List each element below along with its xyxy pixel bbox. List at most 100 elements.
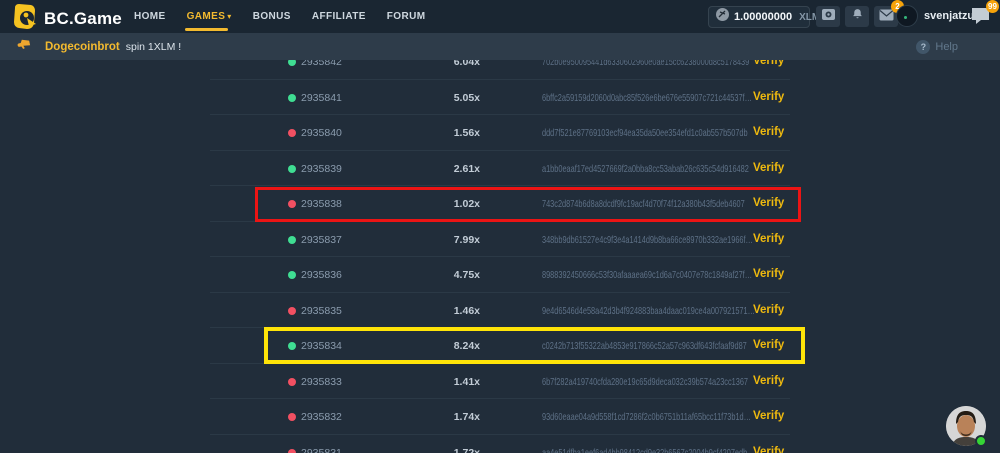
online-status-dot xyxy=(975,435,987,447)
notifications-button[interactable] xyxy=(845,6,869,27)
round-hash: 93d60eaae04a9d558f1cd7286f2c0b6751b11af6… xyxy=(542,411,751,423)
chat-badge: 99 xyxy=(986,0,999,13)
verify-link[interactable]: Verify xyxy=(753,126,784,138)
round-id: 2935841 xyxy=(301,92,342,104)
round-multiplier: 4.75x xyxy=(390,269,480,281)
bell-icon xyxy=(851,8,864,26)
round-id: 2935842 xyxy=(301,60,342,68)
round-hash: c0242b713f55322ab4853e917866c52a57c963df… xyxy=(542,340,747,352)
user-avatar xyxy=(896,5,918,27)
round-id: 2935838 xyxy=(301,198,342,210)
round-multiplier: 1.41x xyxy=(390,376,480,388)
main-content: 2935842 6.04x 702b0e950095441d6330602960… xyxy=(0,60,1000,453)
wallet-button[interactable] xyxy=(816,6,840,27)
round-hash: 348bb9db61527e4c9f3e4a1414d9b8ba66ce8970… xyxy=(542,234,753,246)
verify-link[interactable]: Verify xyxy=(753,304,784,316)
nav-item-affiliate[interactable]: AFFILIATE xyxy=(312,0,366,33)
table-row: 2935841 5.05x 6bffc2a59159d2060d0abc85f5… xyxy=(210,80,790,116)
bcgame-logo-icon xyxy=(12,3,37,35)
verify-link[interactable]: Verify xyxy=(753,60,784,67)
result-dot xyxy=(288,94,296,102)
round-multiplier: 1.46x xyxy=(390,305,480,317)
result-dot xyxy=(288,378,296,386)
round-hash: a1bb0eaaf17ed4527669f2a0bba8cc53abab26c6… xyxy=(542,163,749,175)
brand-name: BC.Game xyxy=(44,9,122,29)
nav-item-bonus[interactable]: BONUS xyxy=(253,0,291,33)
round-hash: 702b0e950095441d6330602960e0ae15cc623800… xyxy=(542,60,749,68)
verify-link[interactable]: Verify xyxy=(753,410,784,422)
rounds-table: 2935842 6.04x 702b0e950095441d6330602960… xyxy=(210,60,790,453)
top-navbar: BC.Game HOME GAMES▾ BONUS AFFILIATE FORU… xyxy=(0,0,1000,33)
round-id: 2935835 xyxy=(301,305,342,317)
table-row: 2935840 1.56x ddd7f521e87769103ecf94ea35… xyxy=(210,115,790,151)
round-hash: aa4e51dfba1eef6ad4bb98412cd9e32b6567c200… xyxy=(542,447,747,453)
round-hash: 9e4d6546d4e58a42d3b4f924883baa4daac019ce… xyxy=(542,305,755,317)
verify-link[interactable]: Verify xyxy=(753,197,784,209)
round-multiplier: 1.56x xyxy=(390,127,480,139)
floating-user-avatar[interactable] xyxy=(946,406,986,446)
nav-item-home[interactable]: HOME xyxy=(134,0,166,33)
chat-button[interactable]: 99 xyxy=(970,6,993,27)
table-row: 2935837 7.99x 348bb9db61527e4c9f3e4a1414… xyxy=(210,222,790,258)
round-hash: 6b7f282a419740cfda280e19c65d9deca032c39b… xyxy=(542,376,748,388)
round-multiplier: 7.99x xyxy=(390,234,480,246)
result-dot xyxy=(288,342,296,350)
result-dot xyxy=(288,307,296,315)
round-id: 2935832 xyxy=(301,411,342,423)
table-row: 2935836 4.75x 8988392450666c53f30afaaaea… xyxy=(210,257,790,293)
result-dot xyxy=(288,200,296,208)
round-id: 2935831 xyxy=(301,447,342,453)
messages-button[interactable]: 2 xyxy=(874,6,898,27)
main-nav: HOME GAMES▾ BONUS AFFILIATE FORUM xyxy=(134,0,425,33)
verify-link[interactable]: Verify xyxy=(753,268,784,280)
round-multiplier: 1.74x xyxy=(390,411,480,423)
result-dot xyxy=(288,165,296,173)
announcement-text: spin 1XLM ! xyxy=(126,41,181,53)
table-row: 2935838 1.02x 743c2d874b6d8a8dcdf9fc19ac… xyxy=(210,186,790,222)
verify-link[interactable]: Verify xyxy=(753,339,784,351)
verify-link[interactable]: Verify xyxy=(753,446,784,453)
table-row: 2935833 1.41x 6b7f282a419740cfda280e19c6… xyxy=(210,364,790,400)
verify-link[interactable]: Verify xyxy=(753,375,784,387)
round-hash: 743c2d874b6d8a8dcdf9fc19acf4d70f74f12a38… xyxy=(542,198,745,210)
help-label: Help xyxy=(935,41,958,53)
vault-icon xyxy=(821,8,836,26)
table-row: 2935835 1.46x 9e4d6546d4e58a42d3b4f92488… xyxy=(210,293,790,329)
round-multiplier: 6.04x xyxy=(390,60,480,68)
username: svenjatzu xyxy=(924,10,974,22)
round-id: 2935839 xyxy=(301,163,342,175)
result-dot xyxy=(288,236,296,244)
nav-item-forum[interactable]: FORUM xyxy=(387,0,426,33)
table-row: 2935839 2.61x a1bb0eaaf17ed4527669f2a0bb… xyxy=(210,151,790,187)
help-button[interactable]: ? Help xyxy=(916,33,958,60)
round-hash: 8988392450666c53f30afaaaea69c1d6a7c0407e… xyxy=(542,269,752,281)
nav-item-games[interactable]: GAMES▾ xyxy=(187,0,232,33)
table-row: 2935842 6.04x 702b0e950095441d6330602960… xyxy=(210,60,790,80)
round-id: 2935834 xyxy=(301,340,342,352)
brand-logo[interactable]: BC.Game xyxy=(12,3,122,35)
announcement-bar: Dogecoinbrot spin 1XLM ! ? Help xyxy=(0,33,1000,60)
table-row: 2935832 1.74x 93d60eaae04a9d558f1cd7286f… xyxy=(210,399,790,435)
chevron-down-icon: ▾ xyxy=(227,12,231,21)
page: BC.Game HOME GAMES▾ BONUS AFFILIATE FORU… xyxy=(0,0,1000,453)
round-hash: ddd7f521e87769103ecf94ea35da50ee354efd1c… xyxy=(542,127,748,139)
table-row: 2935831 1.72x aa4e51dfba1eef6ad4bb98412c… xyxy=(210,435,790,453)
round-multiplier: 1.02x xyxy=(390,198,480,210)
megaphone-icon xyxy=(17,37,32,56)
announcement-link[interactable]: Dogecoinbrot xyxy=(45,41,120,53)
round-id: 2935833 xyxy=(301,376,342,388)
balance-selector[interactable]: 1.00000000 XLM ▾ xyxy=(708,6,810,28)
round-multiplier: 1.72x xyxy=(390,447,480,453)
round-multiplier: 5.05x xyxy=(390,92,480,104)
verify-link[interactable]: Verify xyxy=(753,233,784,245)
help-icon: ? xyxy=(916,40,930,54)
round-multiplier: 2.61x xyxy=(390,163,480,175)
round-id: 2935836 xyxy=(301,269,342,281)
round-id: 2935837 xyxy=(301,234,342,246)
result-dot xyxy=(288,449,296,453)
verify-link[interactable]: Verify xyxy=(753,91,784,103)
verify-link[interactable]: Verify xyxy=(753,162,784,174)
result-dot xyxy=(288,60,296,66)
result-dot xyxy=(288,271,296,279)
result-dot xyxy=(288,129,296,137)
